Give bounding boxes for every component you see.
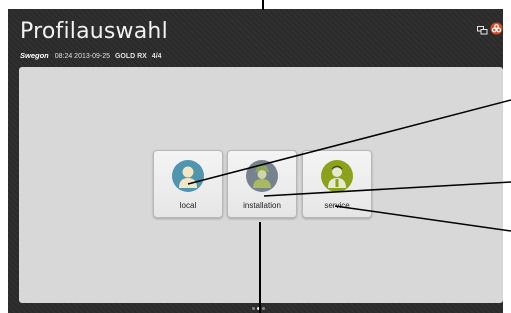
top-icons [477,22,503,40]
service-technician-icon [321,160,353,192]
installer-icon [246,160,278,192]
unit-count: 4/4 [151,53,162,60]
profile-tile-installation[interactable]: installation [227,150,297,218]
page-title: Profilauswahl [20,19,168,44]
bottom-callout-line [259,222,261,313]
unit-model: GOLD RX [114,53,147,60]
profile-tile-service[interactable]: service [302,150,372,218]
screen-switch-icon[interactable] [477,22,488,40]
profile-label-local: local [179,201,197,210]
profile-label-installation: installation [243,201,281,210]
brand-logo: Swegon [20,51,49,60]
datetime: 08:24 2013-09-25 [54,53,110,60]
app-screen: Profilauswahl Swegon 08:24 2013-09-25 GO… [8,9,503,313]
page-dot[interactable] [262,307,265,310]
profile-label-service: service [324,201,350,210]
page-dot[interactable] [252,307,255,310]
alarm-icon[interactable] [490,22,503,40]
user-icon [172,160,204,192]
profile-tile-local[interactable]: local [153,150,223,218]
profile-panel: local installation service [19,67,503,303]
status-bar: Swegon 08:24 2013-09-25 GOLD RX 4/4 [20,51,162,60]
top-callout-line [262,0,264,10]
